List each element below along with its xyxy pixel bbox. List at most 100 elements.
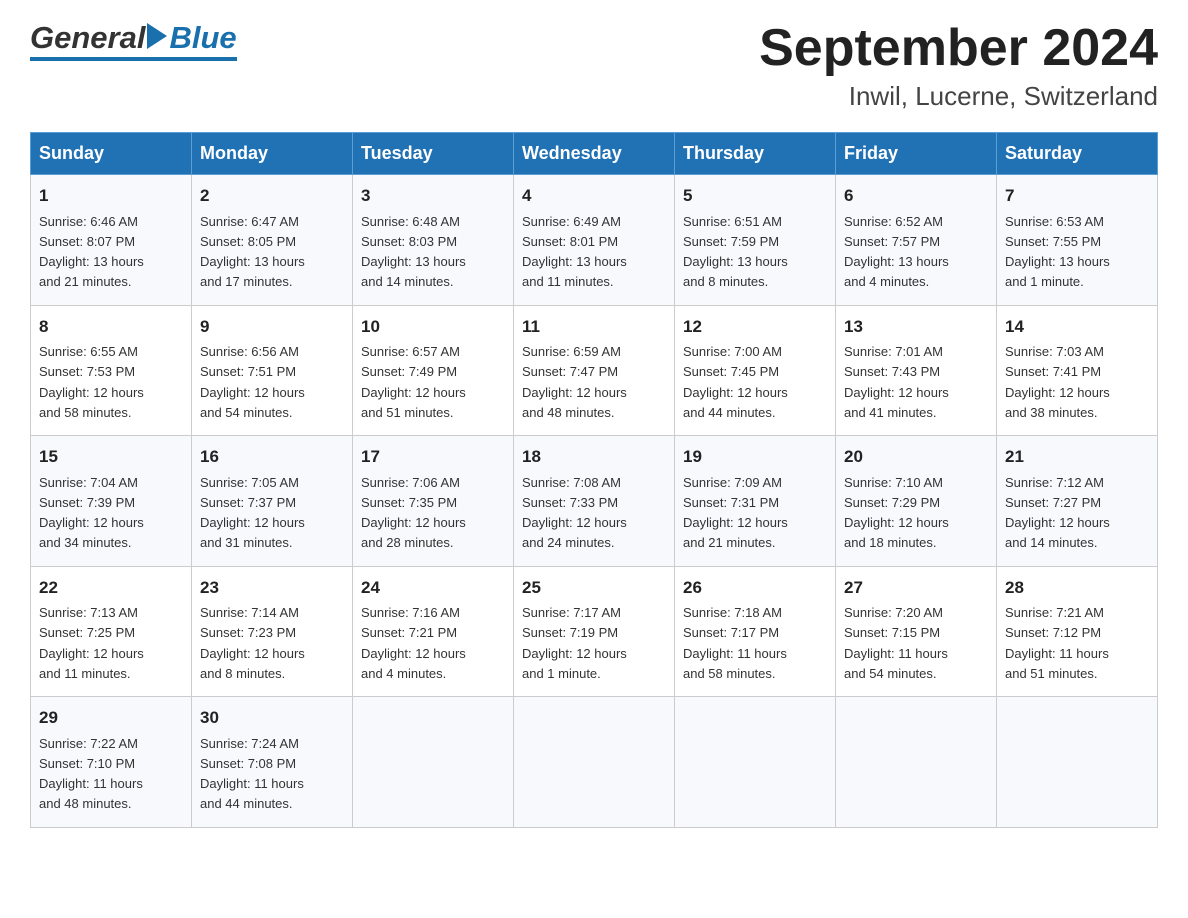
day-info: Sunrise: 7:20 AMSunset: 7:15 PMDaylight:…	[844, 605, 948, 681]
day-cell: 15 Sunrise: 7:04 AMSunset: 7:39 PMDaylig…	[31, 436, 192, 567]
day-info: Sunrise: 6:57 AMSunset: 7:49 PMDaylight:…	[361, 344, 466, 420]
day-cell: 28 Sunrise: 7:21 AMSunset: 7:12 PMDaylig…	[997, 566, 1158, 697]
day-cell	[836, 697, 997, 828]
day-info: Sunrise: 6:59 AMSunset: 7:47 PMDaylight:…	[522, 344, 627, 420]
day-number: 9	[200, 314, 344, 340]
day-info: Sunrise: 7:01 AMSunset: 7:43 PMDaylight:…	[844, 344, 949, 420]
day-cell: 22 Sunrise: 7:13 AMSunset: 7:25 PMDaylig…	[31, 566, 192, 697]
day-number: 1	[39, 183, 183, 209]
day-cell: 21 Sunrise: 7:12 AMSunset: 7:27 PMDaylig…	[997, 436, 1158, 567]
day-info: Sunrise: 7:05 AMSunset: 7:37 PMDaylight:…	[200, 475, 305, 551]
day-info: Sunrise: 6:56 AMSunset: 7:51 PMDaylight:…	[200, 344, 305, 420]
day-cell: 7 Sunrise: 6:53 AMSunset: 7:55 PMDayligh…	[997, 175, 1158, 306]
day-cell: 10 Sunrise: 6:57 AMSunset: 7:49 PMDaylig…	[353, 305, 514, 436]
calendar-table: SundayMondayTuesdayWednesdayThursdayFrid…	[30, 132, 1158, 828]
day-cell: 29 Sunrise: 7:22 AMSunset: 7:10 PMDaylig…	[31, 697, 192, 828]
day-info: Sunrise: 7:14 AMSunset: 7:23 PMDaylight:…	[200, 605, 305, 681]
week-row-3: 15 Sunrise: 7:04 AMSunset: 7:39 PMDaylig…	[31, 436, 1158, 567]
day-cell: 26 Sunrise: 7:18 AMSunset: 7:17 PMDaylig…	[675, 566, 836, 697]
logo-arrow-icon	[147, 23, 167, 49]
day-cell: 17 Sunrise: 7:06 AMSunset: 7:35 PMDaylig…	[353, 436, 514, 567]
page-title: September 2024	[759, 20, 1158, 77]
day-cell: 1 Sunrise: 6:46 AMSunset: 8:07 PMDayligh…	[31, 175, 192, 306]
day-number: 18	[522, 444, 666, 470]
day-cell: 8 Sunrise: 6:55 AMSunset: 7:53 PMDayligh…	[31, 305, 192, 436]
day-number: 13	[844, 314, 988, 340]
day-cell: 11 Sunrise: 6:59 AMSunset: 7:47 PMDaylig…	[514, 305, 675, 436]
day-info: Sunrise: 6:53 AMSunset: 7:55 PMDaylight:…	[1005, 214, 1110, 290]
day-info: Sunrise: 7:00 AMSunset: 7:45 PMDaylight:…	[683, 344, 788, 420]
day-number: 11	[522, 314, 666, 340]
day-info: Sunrise: 6:48 AMSunset: 8:03 PMDaylight:…	[361, 214, 466, 290]
week-row-1: 1 Sunrise: 6:46 AMSunset: 8:07 PMDayligh…	[31, 175, 1158, 306]
day-cell: 30 Sunrise: 7:24 AMSunset: 7:08 PMDaylig…	[192, 697, 353, 828]
day-number: 25	[522, 575, 666, 601]
day-number: 10	[361, 314, 505, 340]
day-cell	[997, 697, 1158, 828]
day-number: 23	[200, 575, 344, 601]
day-cell: 13 Sunrise: 7:01 AMSunset: 7:43 PMDaylig…	[836, 305, 997, 436]
day-number: 22	[39, 575, 183, 601]
day-number: 7	[1005, 183, 1149, 209]
logo-blue-text: Blue	[169, 20, 236, 56]
day-number: 20	[844, 444, 988, 470]
day-info: Sunrise: 6:52 AMSunset: 7:57 PMDaylight:…	[844, 214, 949, 290]
day-info: Sunrise: 7:24 AMSunset: 7:08 PMDaylight:…	[200, 736, 304, 812]
day-number: 15	[39, 444, 183, 470]
header-row: SundayMondayTuesdayWednesdayThursdayFrid…	[31, 133, 1158, 175]
day-info: Sunrise: 7:16 AMSunset: 7:21 PMDaylight:…	[361, 605, 466, 681]
header-cell-wednesday: Wednesday	[514, 133, 675, 175]
day-cell: 18 Sunrise: 7:08 AMSunset: 7:33 PMDaylig…	[514, 436, 675, 567]
day-info: Sunrise: 6:55 AMSunset: 7:53 PMDaylight:…	[39, 344, 144, 420]
day-cell: 9 Sunrise: 6:56 AMSunset: 7:51 PMDayligh…	[192, 305, 353, 436]
day-cell: 2 Sunrise: 6:47 AMSunset: 8:05 PMDayligh…	[192, 175, 353, 306]
day-number: 4	[522, 183, 666, 209]
day-number: 29	[39, 705, 183, 731]
day-cell	[675, 697, 836, 828]
week-row-4: 22 Sunrise: 7:13 AMSunset: 7:25 PMDaylig…	[31, 566, 1158, 697]
day-number: 2	[200, 183, 344, 209]
day-cell	[353, 697, 514, 828]
day-number: 24	[361, 575, 505, 601]
day-cell: 27 Sunrise: 7:20 AMSunset: 7:15 PMDaylig…	[836, 566, 997, 697]
day-info: Sunrise: 7:10 AMSunset: 7:29 PMDaylight:…	[844, 475, 949, 551]
day-info: Sunrise: 7:03 AMSunset: 7:41 PMDaylight:…	[1005, 344, 1110, 420]
day-cell: 24 Sunrise: 7:16 AMSunset: 7:21 PMDaylig…	[353, 566, 514, 697]
day-cell: 3 Sunrise: 6:48 AMSunset: 8:03 PMDayligh…	[353, 175, 514, 306]
header-cell-tuesday: Tuesday	[353, 133, 514, 175]
day-number: 27	[844, 575, 988, 601]
header-cell-monday: Monday	[192, 133, 353, 175]
day-cell: 5 Sunrise: 6:51 AMSunset: 7:59 PMDayligh…	[675, 175, 836, 306]
day-info: Sunrise: 7:06 AMSunset: 7:35 PMDaylight:…	[361, 475, 466, 551]
day-info: Sunrise: 7:08 AMSunset: 7:33 PMDaylight:…	[522, 475, 627, 551]
header-cell-sunday: Sunday	[31, 133, 192, 175]
week-row-2: 8 Sunrise: 6:55 AMSunset: 7:53 PMDayligh…	[31, 305, 1158, 436]
day-cell: 19 Sunrise: 7:09 AMSunset: 7:31 PMDaylig…	[675, 436, 836, 567]
day-cell: 20 Sunrise: 7:10 AMSunset: 7:29 PMDaylig…	[836, 436, 997, 567]
logo-bar	[30, 57, 237, 61]
day-info: Sunrise: 7:17 AMSunset: 7:19 PMDaylight:…	[522, 605, 627, 681]
day-number: 21	[1005, 444, 1149, 470]
header-cell-thursday: Thursday	[675, 133, 836, 175]
day-cell: 4 Sunrise: 6:49 AMSunset: 8:01 PMDayligh…	[514, 175, 675, 306]
title-block: September 2024 Inwil, Lucerne, Switzerla…	[759, 20, 1158, 112]
day-info: Sunrise: 6:49 AMSunset: 8:01 PMDaylight:…	[522, 214, 627, 290]
week-row-5: 29 Sunrise: 7:22 AMSunset: 7:10 PMDaylig…	[31, 697, 1158, 828]
day-info: Sunrise: 7:09 AMSunset: 7:31 PMDaylight:…	[683, 475, 788, 551]
day-number: 6	[844, 183, 988, 209]
day-number: 16	[200, 444, 344, 470]
day-cell: 16 Sunrise: 7:05 AMSunset: 7:37 PMDaylig…	[192, 436, 353, 567]
day-number: 14	[1005, 314, 1149, 340]
day-info: Sunrise: 6:46 AMSunset: 8:07 PMDaylight:…	[39, 214, 144, 290]
day-info: Sunrise: 7:12 AMSunset: 7:27 PMDaylight:…	[1005, 475, 1110, 551]
day-number: 17	[361, 444, 505, 470]
header-cell-saturday: Saturday	[997, 133, 1158, 175]
day-number: 8	[39, 314, 183, 340]
day-number: 28	[1005, 575, 1149, 601]
day-info: Sunrise: 7:04 AMSunset: 7:39 PMDaylight:…	[39, 475, 144, 551]
day-number: 3	[361, 183, 505, 209]
day-cell: 25 Sunrise: 7:17 AMSunset: 7:19 PMDaylig…	[514, 566, 675, 697]
day-number: 12	[683, 314, 827, 340]
day-cell: 23 Sunrise: 7:14 AMSunset: 7:23 PMDaylig…	[192, 566, 353, 697]
day-cell: 6 Sunrise: 6:52 AMSunset: 7:57 PMDayligh…	[836, 175, 997, 306]
